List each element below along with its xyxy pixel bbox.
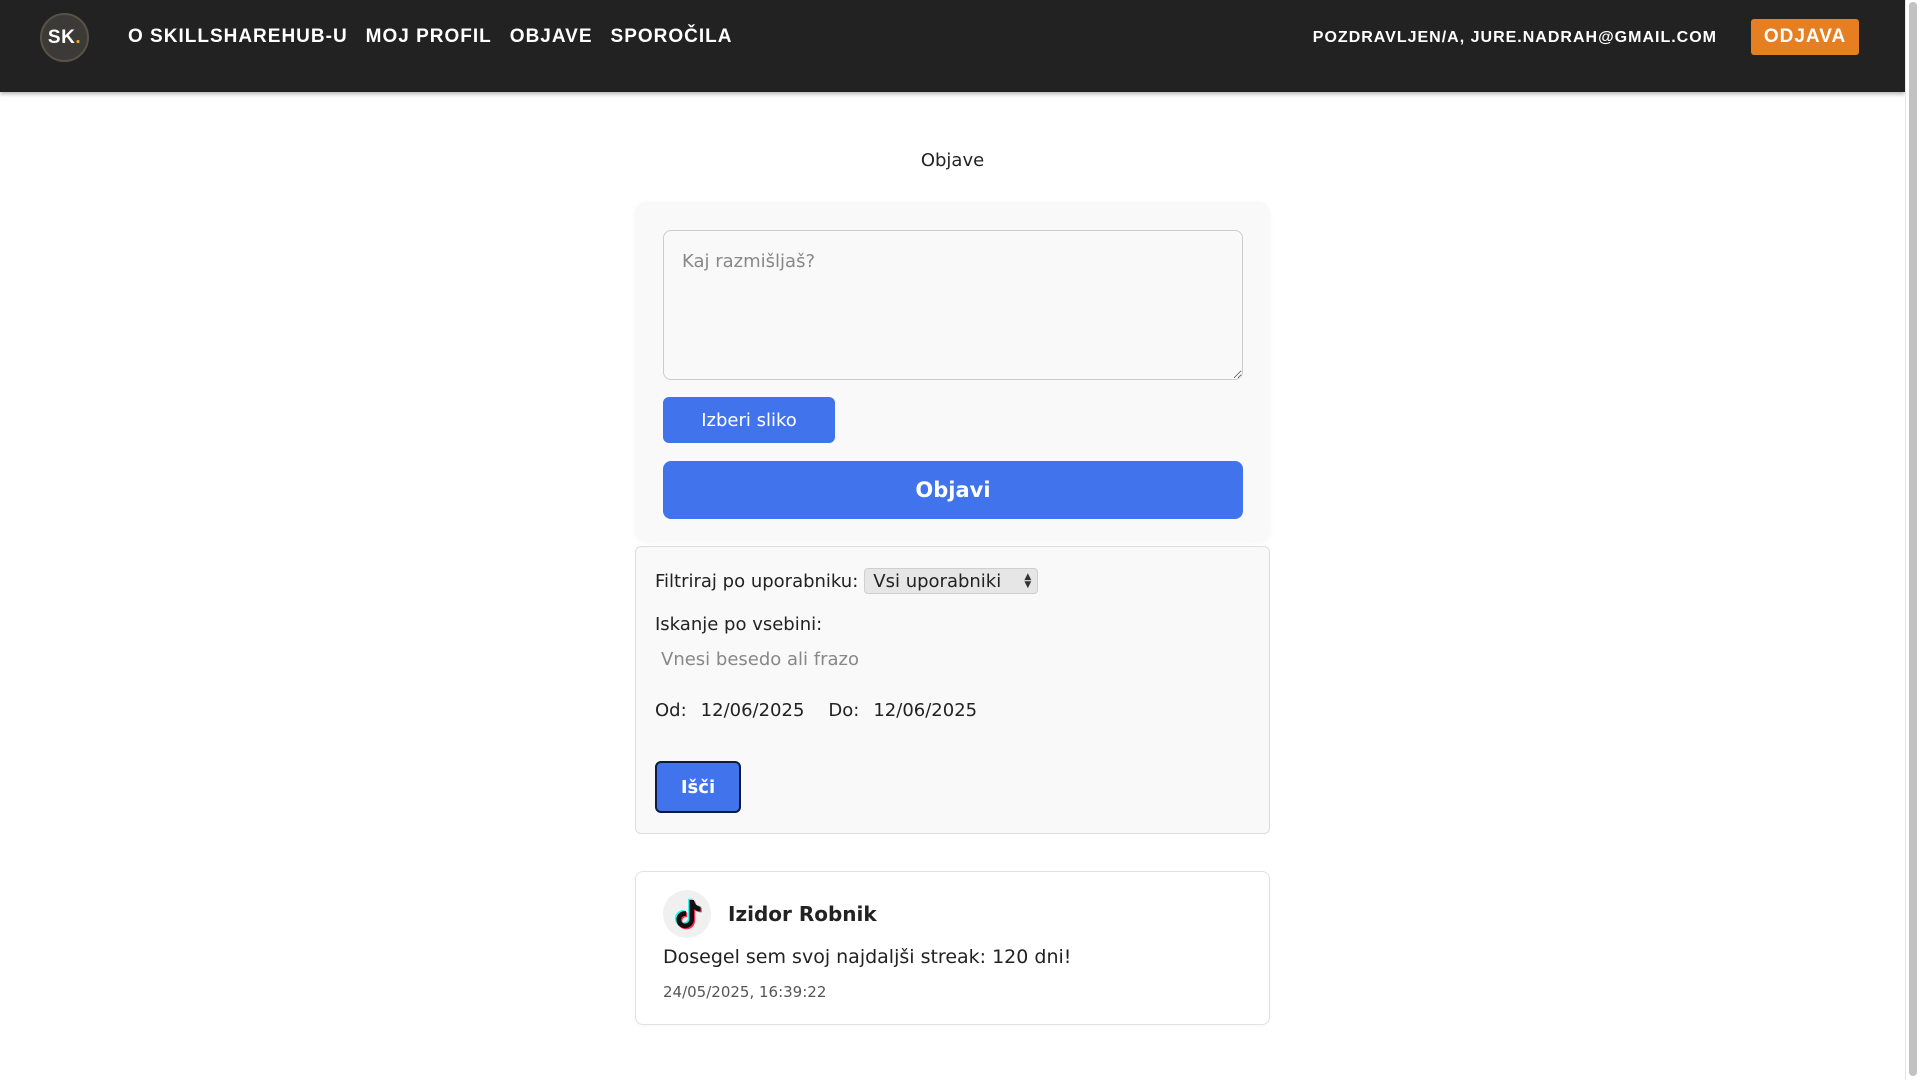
post-timestamp: 24/05/2025, 16:39:22 xyxy=(663,983,827,1001)
top-navbar: SK. O SkillShareHub-u Moj profil Objave … xyxy=(0,0,1905,92)
avatar[interactable] xyxy=(663,890,711,938)
nav-link-about[interactable]: O SkillShareHub-u xyxy=(128,26,348,48)
post-card: Izidor Robnik Dosegel sem svoj najdaljši… xyxy=(635,871,1270,1025)
main-nav: O SkillShareHub-u Moj profil Objave Spor… xyxy=(128,26,732,48)
user-greeting: Pozdravljen/a, jure.nadrah@gmail.com xyxy=(1312,29,1717,46)
logout-button[interactable]: Odjava xyxy=(1751,19,1859,55)
content-search-input[interactable] xyxy=(655,643,955,675)
user-filter-label: Filtriraj po uporabniku: xyxy=(655,570,859,592)
logo[interactable]: SK. xyxy=(40,13,89,62)
page-title: Objave xyxy=(920,150,985,171)
user-filter-selected: Vsi uporabniki xyxy=(873,570,1002,592)
select-arrows-icon: ▲ ▼ xyxy=(1024,572,1032,590)
content-search-label: Iskanje po vsebini: xyxy=(655,614,823,635)
nav-link-messages[interactable]: Sporočila xyxy=(611,26,733,48)
post-author[interactable]: Izidor Robnik xyxy=(728,902,877,926)
logo-dot: . xyxy=(75,26,82,48)
scrollbar-thumb[interactable] xyxy=(1909,2,1917,1076)
post-content: Dosegel sem svoj najdaljši streak: 120 d… xyxy=(663,946,1072,968)
choose-image-button[interactable]: Izberi sliko xyxy=(663,397,835,443)
tiktok-icon xyxy=(675,898,702,930)
search-button[interactable]: Išči xyxy=(655,761,741,813)
date-to-input[interactable]: 12/06/2025 xyxy=(859,700,989,721)
post-filter-panel: Filtriraj po uporabniku: Vsi uporabniki … xyxy=(635,546,1270,834)
post-composer: Izberi sliko Objavi xyxy=(635,202,1270,542)
page-scrollbar[interactable] xyxy=(1905,0,1920,1080)
logo-text: SK xyxy=(47,26,76,48)
date-from-input[interactable]: 12/06/2025 xyxy=(687,700,817,721)
date-range: Od: 12/06/2025 Do: 12/06/2025 xyxy=(655,700,989,721)
user-filter-row: Filtriraj po uporabniku: Vsi uporabniki … xyxy=(655,568,1039,594)
date-from-label: Od: xyxy=(655,700,687,721)
user-filter-select[interactable]: Vsi uporabniki ▲ ▼ xyxy=(864,568,1039,594)
nav-link-my-profile[interactable]: Moj profil xyxy=(366,26,492,48)
publish-post-button[interactable]: Objavi xyxy=(663,461,1243,519)
date-to-label: Do: xyxy=(828,700,860,721)
post-text-input[interactable] xyxy=(663,230,1243,380)
nav-link-posts[interactable]: Objave xyxy=(510,26,593,48)
